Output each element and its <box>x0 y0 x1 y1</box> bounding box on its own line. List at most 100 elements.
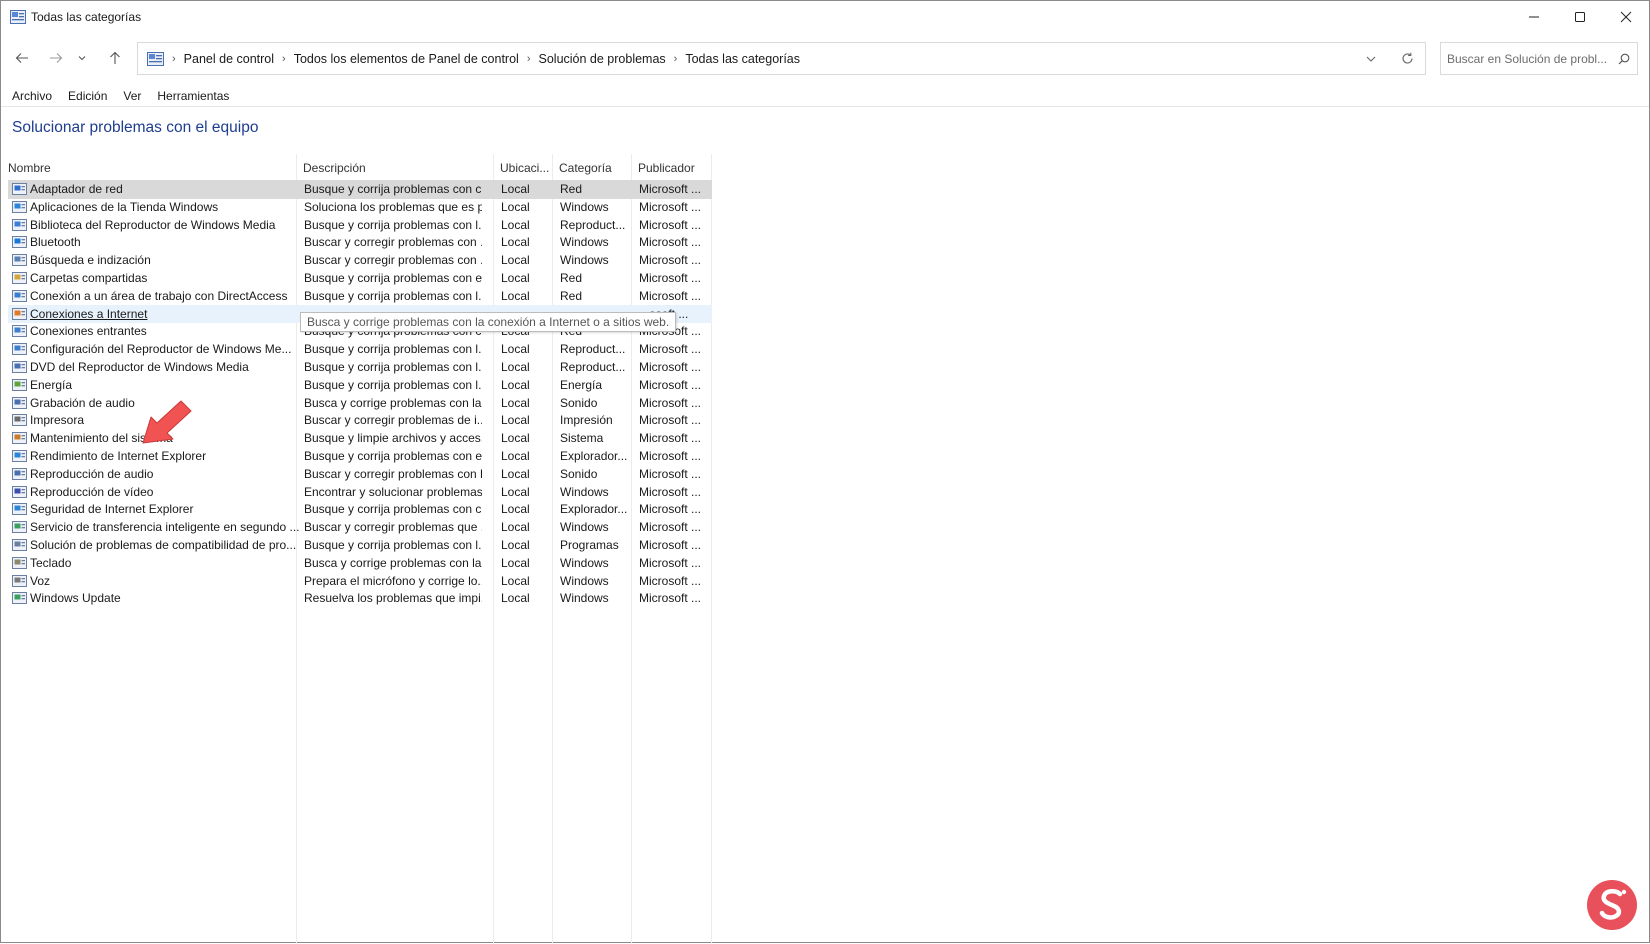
table-row[interactable]: Windows Update Resuelva los problemas que… <box>8 589 712 608</box>
row-category: Red <box>560 271 628 285</box>
chevron-right-icon[interactable]: › <box>674 53 678 65</box>
table-row[interactable]: DVD del Reproductor de Windows Media Busq… <box>8 358 712 377</box>
row-publisher: Microsoft ... <box>639 218 715 232</box>
row-publisher-text: Microsoft ... <box>639 431 702 446</box>
column-header-descripcion[interactable]: Descripción <box>303 161 366 175</box>
row-description-text: Busque y corrija problemas con c... <box>304 182 482 196</box>
minimize-button[interactable] <box>1511 1 1557 32</box>
column-header-publicador[interactable]: Publicador <box>638 161 695 175</box>
table-row[interactable]: Bluetooth Buscar y corregir problemas con… <box>8 233 712 252</box>
row-description-text: Encontrar y solucionar problemas... <box>304 484 482 499</box>
chevron-right-icon[interactable]: › <box>282 53 286 65</box>
breadcrumb-all-items[interactable]: Todos los elementos de Panel de control <box>294 52 519 66</box>
breadcrumb-all-categories[interactable]: Todas las categorías <box>685 52 800 66</box>
row-location-text: Local <box>501 235 530 250</box>
row-description-text: Soluciona los problemas que es p... <box>304 199 482 214</box>
row-name: Bluetooth <box>30 235 300 249</box>
minimize-icon <box>1529 16 1539 17</box>
row-publisher-text: Microsoft ... <box>639 573 702 588</box>
table-row[interactable]: Servicio de transferencia inteligente en… <box>8 518 712 537</box>
row-name: Teclado <box>30 556 300 570</box>
row-category-text: Red <box>560 288 583 303</box>
row-publisher: Microsoft ... <box>639 556 715 570</box>
row-location: Local <box>501 271 553 285</box>
bluetooth-icon <box>12 236 27 249</box>
row-location-text: Local <box>501 253 530 268</box>
column-header-ubicacion[interactable]: Ubicaci... <box>500 161 549 175</box>
search-input[interactable] <box>1441 43 1611 74</box>
shared-folders-icon <box>12 272 27 284</box>
incoming-connections-icon <box>12 325 27 338</box>
row-location-text: Local <box>501 502 530 517</box>
search-icon[interactable] <box>1611 53 1637 65</box>
ie-security-icon <box>12 503 27 516</box>
row-description-text: Buscar y corregir problemas que ... <box>304 520 482 535</box>
table-row[interactable]: Reproducción de audio Buscar y corregir p… <box>8 465 712 484</box>
row-publisher: Microsoft ... <box>639 485 715 499</box>
title-bar[interactable]: Todas las categorías <box>1 1 1649 32</box>
table-row[interactable]: Mantenimiento del sistema Busque y limpie… <box>8 429 712 448</box>
row-description: Buscar y corregir problemas con ... <box>304 235 482 249</box>
menu-herramientas[interactable]: Herramientas <box>146 89 239 103</box>
row-category: Reproduct... <box>560 218 628 232</box>
row-category: Explorador... <box>560 449 628 463</box>
table-row[interactable]: Teclado Busca y corrige problemas con la … <box>8 554 712 573</box>
recent-locations-button[interactable] <box>75 47 89 69</box>
breadcrumb-troubleshooting[interactable]: Solución de problemas <box>539 52 666 66</box>
keyboard-icon <box>12 556 27 569</box>
table-row[interactable]: Grabación de audio Busca y corrige proble… <box>8 394 712 413</box>
row-description: Encontrar y solucionar problemas... <box>304 485 482 499</box>
row-name-text: Teclado <box>30 555 72 570</box>
row-category: Impresión <box>560 413 628 427</box>
row-description-text: Busque y corrija problemas con l... <box>304 377 482 392</box>
table-row[interactable]: Configuración del Reproductor de Windows… <box>8 340 712 359</box>
row-category: Sistema <box>560 431 628 445</box>
row-name-text: Solución de problemas de compatibilidad … <box>30 538 297 552</box>
table-row[interactable]: Impresora Buscar y corregir problemas de … <box>8 411 712 430</box>
row-location: Local <box>501 502 553 516</box>
refresh-button[interactable] <box>1389 52 1425 65</box>
maximize-button[interactable] <box>1557 1 1603 32</box>
close-button[interactable] <box>1603 1 1649 32</box>
table-row[interactable]: Adaptador de red Busque y corrija problem… <box>8 180 712 199</box>
column-header-nombre[interactable]: Nombre <box>8 161 51 175</box>
up-button[interactable] <box>104 47 126 69</box>
row-location-text: Local <box>501 413 530 428</box>
address-history-button[interactable] <box>1353 56 1389 62</box>
table-row[interactable]: Reproducción de vídeo Encontrar y solucio… <box>8 483 712 502</box>
arrow-up-icon <box>110 51 120 64</box>
back-button[interactable] <box>11 47 33 69</box>
row-name-text: Búsqueda e indización <box>30 253 151 268</box>
table-row[interactable]: Energía Busque y corrija problemas con l.… <box>8 376 712 395</box>
menu-archivo[interactable]: Archivo <box>1 89 62 103</box>
table-row[interactable]: Rendimiento de Internet Explorer Busque y… <box>8 447 712 466</box>
table-row[interactable]: Aplicaciones de la Tienda Windows Solucio… <box>8 198 712 217</box>
table-row[interactable]: Carpetas compartidas Busque y corrija pro… <box>8 269 712 288</box>
row-category: Reproduct... <box>560 360 628 374</box>
row-location: Local <box>501 520 553 534</box>
table-row[interactable]: Conexión a un área de trabajo con Direct… <box>8 287 712 306</box>
audio-playback-icon <box>12 467 27 480</box>
row-description: Busca y corrige problemas con la ... <box>304 396 482 410</box>
row-category-text: Red <box>560 271 583 285</box>
row-publisher-text: Microsoft ... <box>639 555 702 570</box>
chevron-right-icon[interactable]: › <box>172 53 176 65</box>
chevron-right-icon[interactable]: › <box>527 53 531 65</box>
table-row[interactable]: Solución de problemas de compatibilidad … <box>8 536 712 555</box>
table-row[interactable]: Biblioteca del Reproductor de Windows Me… <box>8 216 712 235</box>
table-row[interactable]: Seguridad de Internet Explorer Busque y c… <box>8 500 712 519</box>
row-name-text: Reproducción de audio <box>30 466 154 481</box>
row-category-text: Impresión <box>560 413 613 428</box>
forward-button[interactable] <box>45 47 67 69</box>
table-row[interactable]: Voz Prepara el micrófono y corrige lo... L… <box>8 572 712 591</box>
column-header-categoria[interactable]: Categoría <box>559 161 612 175</box>
search-box[interactable] <box>1440 42 1638 75</box>
address-bar[interactable]: › Panel de control › Todos los elementos… <box>137 42 1426 75</box>
table-row[interactable]: Búsqueda e indización Buscar y corregir p… <box>8 251 712 270</box>
row-location: Local <box>501 182 553 196</box>
row-name: Biblioteca del Reproductor de Windows Me… <box>30 218 300 232</box>
breadcrumb-control-panel[interactable]: Panel de control <box>184 52 274 66</box>
row-location: Local <box>501 360 553 374</box>
row-name-text: Conexión a un área de trabajo con Direct… <box>30 288 288 303</box>
menu-edicion[interactable]: Edición <box>57 89 117 103</box>
